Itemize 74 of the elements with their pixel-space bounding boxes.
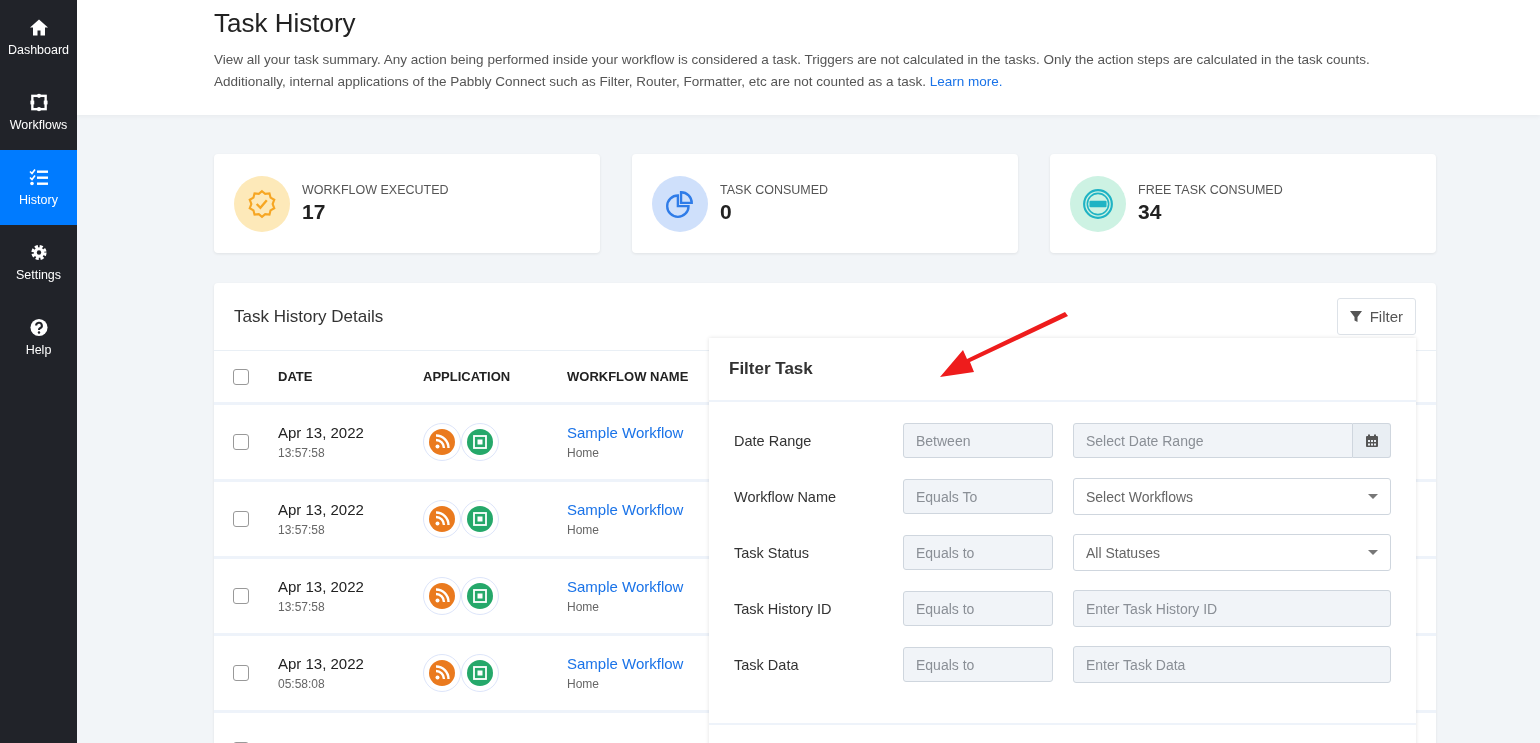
- stat-value: 17: [302, 200, 327, 224]
- row-checkbox[interactable]: [233, 511, 249, 527]
- row-checkbox[interactable]: [233, 665, 249, 681]
- date-text: Apr 13, 2022: [278, 655, 365, 672]
- column-header: DATE: [278, 369, 314, 384]
- date-text: Apr 13, 2022: [278, 578, 365, 595]
- row-checkbox[interactable]: [233, 588, 249, 604]
- sidebar-item[interactable]: Settings: [0, 225, 77, 300]
- workflow-link[interactable]: Sample Workflow: [567, 578, 684, 595]
- page-description: View all your task summary. Any action being performed inside your workflow is considered a task. Triggers are not calculated in the tasks. Only the action steps are calculated in the task counts. Additionally, internal applications of the Pabbly Connect such as Filter, Router, Formatter, etc are not counted as a task. Learn more.: [214, 51, 1371, 91]
- workflow-link[interactable]: Sample Workflow: [567, 655, 684, 672]
- stat-label: FREE TASK CONSUMED: [1138, 183, 1283, 197]
- rss-app-icon: [423, 500, 461, 538]
- sidebar-item[interactable]: Dashboard: [0, 0, 77, 75]
- calendar-button[interactable]: [1353, 423, 1391, 458]
- home-icon: [28, 18, 49, 37]
- field-label: Task Status: [734, 544, 810, 561]
- stat-value: 34: [1138, 200, 1163, 224]
- workflow-icon: [28, 93, 49, 112]
- rss-app-icon: [423, 654, 461, 692]
- folder-text: Home: [567, 446, 600, 460]
- time-text: 13:57:58: [278, 600, 326, 614]
- folder-text: Home: [567, 523, 600, 537]
- date-text: Apr 13, 2022: [278, 424, 365, 441]
- checklist-icon: [28, 168, 49, 187]
- operator-field[interactable]: Equals To: [903, 479, 1053, 514]
- time-text: 05:58:08: [278, 677, 326, 691]
- column-header: APPLICATION: [423, 369, 512, 384]
- popup-title: Filter Task: [729, 359, 813, 379]
- input-field[interactable]: Enter Task Data: [1073, 646, 1391, 683]
- time-text: 13:57:58: [278, 523, 326, 537]
- time-text: 13:57:58: [278, 446, 326, 460]
- caret-icon: [1368, 493, 1378, 500]
- operator-field[interactable]: Equals to: [903, 591, 1053, 626]
- date-range-field[interactable]: Select Date Range: [1073, 423, 1353, 458]
- input-field[interactable]: Enter Task History ID: [1073, 590, 1391, 627]
- help-icon: [28, 318, 49, 337]
- caret-icon: [1368, 549, 1378, 556]
- rss-app-icon: [423, 577, 461, 615]
- field-label: Task Data: [734, 656, 800, 673]
- stat-value: 0: [720, 200, 733, 224]
- page-title: Task History: [214, 8, 357, 39]
- select-dropdown[interactable]: Select Workflows: [1073, 478, 1391, 515]
- stat-label: TASK CONSUMED: [720, 183, 829, 197]
- select-all-checkbox[interactable]: [233, 368, 249, 385]
- workflow-link[interactable]: Sample Workflow: [567, 424, 684, 441]
- field-label: Workflow Name: [734, 488, 838, 505]
- sidebar-item[interactable]: Workflows: [0, 75, 77, 150]
- panel-title: Task History Details: [234, 306, 384, 327]
- stat-label: WORKFLOW EXECUTED: [302, 183, 449, 197]
- learn-more-link[interactable]: Learn more.: [929, 74, 1003, 89]
- operator-field[interactable]: Equals to: [903, 647, 1053, 682]
- rss-app-icon: [423, 423, 461, 461]
- sidebar-item[interactable]: Help: [0, 300, 77, 375]
- folder-text: Home: [567, 677, 600, 691]
- operator-field[interactable]: Between: [903, 423, 1053, 458]
- filter-button[interactable]: Filter: [1336, 298, 1416, 335]
- frame-app-icon: [461, 423, 499, 461]
- settings-icon: [28, 243, 49, 262]
- sidebar-item[interactable]: History: [0, 150, 77, 225]
- field-label: Task History ID: [734, 600, 833, 617]
- field-label: Date Range: [734, 432, 813, 449]
- funnel-icon: [1349, 310, 1362, 323]
- workflow-link[interactable]: Sample Workflow: [567, 501, 684, 518]
- frame-app-icon: [461, 577, 499, 615]
- select-dropdown[interactable]: All Statuses: [1073, 534, 1391, 571]
- folder-text: Home: [567, 600, 600, 614]
- operator-field[interactable]: Equals to: [903, 535, 1053, 570]
- column-header: WORKFLOW NAME: [567, 369, 689, 384]
- date-text: Apr 13, 2022: [278, 501, 365, 518]
- frame-app-icon: [461, 500, 499, 538]
- row-checkbox[interactable]: [233, 434, 249, 450]
- frame-app-icon: [461, 654, 499, 692]
- calendar-icon: [1364, 433, 1379, 448]
